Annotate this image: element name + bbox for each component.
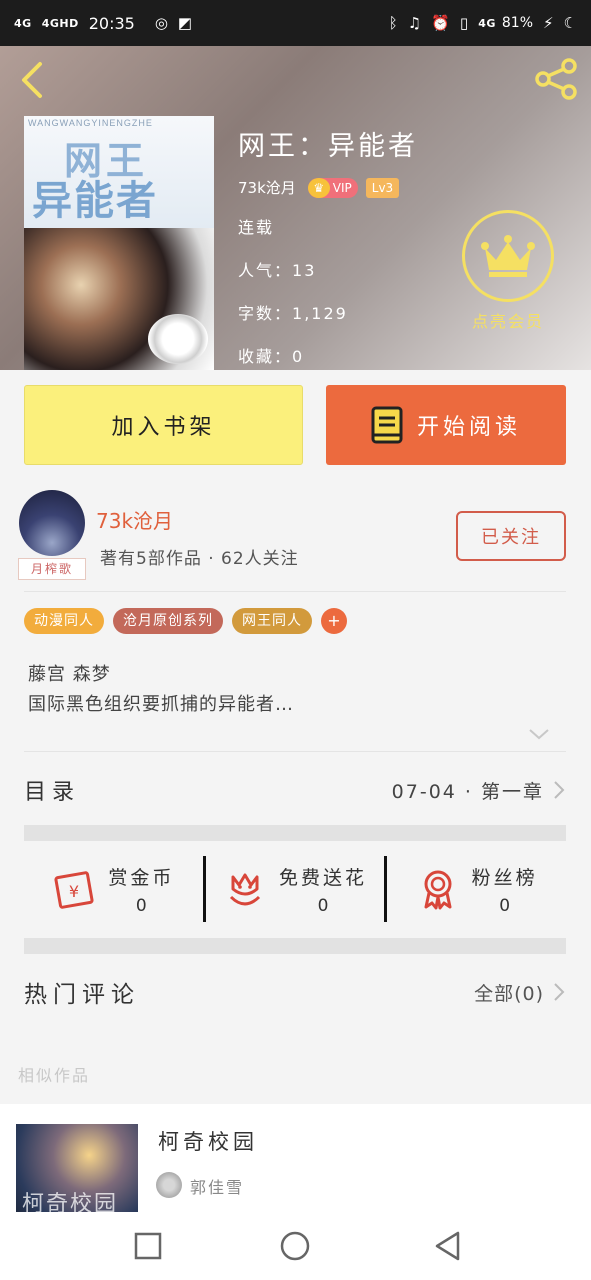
- author-avatar[interactable]: [19, 490, 85, 556]
- word-count: 字数：1,129: [238, 304, 348, 323]
- network-type: 4G: [478, 16, 496, 30]
- toc-label: 目录: [24, 780, 81, 805]
- headphones-icon: ♫: [407, 14, 422, 32]
- reward-value: 0: [499, 895, 511, 916]
- divider: [24, 591, 566, 592]
- reward-value: 0: [135, 895, 147, 916]
- section-separator: [24, 825, 566, 841]
- similar-work-item[interactable]: 柯奇校园 柯奇校园 郭佳雪: [0, 1104, 591, 1228]
- crown-icon: [481, 235, 535, 277]
- flower-icon: [229, 873, 261, 906]
- description-line1: 藤宫 森梦: [28, 664, 111, 685]
- battery-level: 81%: [501, 15, 533, 31]
- reward-label: 免费送花: [279, 866, 368, 889]
- tag-item[interactable]: 沧月原创系列: [113, 608, 223, 634]
- add-to-shelf-button[interactable]: 加入书架: [24, 385, 303, 465]
- svg-text:¥: ¥: [69, 882, 79, 901]
- start-reading-button[interactable]: 开始阅读: [326, 385, 566, 465]
- bluetooth-icon: ᛒ: [388, 14, 398, 32]
- book-author[interactable]: 73k沧月: [238, 177, 296, 198]
- similar-works-heading: 相似作品: [18, 1066, 91, 1085]
- reward-value: 0: [317, 895, 329, 916]
- similar-work-author: 郭佳雪: [190, 1178, 245, 1197]
- reward-bar: ¥ 赏金币 0 免费送花 0 粉丝榜 0: [24, 856, 566, 922]
- reward-label: 赏金币: [108, 866, 175, 889]
- vip-member-button[interactable]: 点亮会员: [462, 210, 554, 332]
- alarm-icon: ⏰: [431, 14, 450, 32]
- status-bar: 4G 4GHD 20:35 ◎ ◩ ᛒ ♫ ⏰ ▯ 4G 81% ⚡ ☾: [0, 0, 591, 46]
- follow-button[interactable]: 已关注: [456, 511, 566, 561]
- book-icon: [371, 406, 403, 444]
- add-tag-button[interactable]: +: [321, 608, 347, 634]
- book-description[interactable]: 藤宫 森梦 国际黑色组织要抓捕的异能者…: [28, 660, 294, 720]
- chevron-right-icon: [554, 781, 565, 799]
- all-comments-link[interactable]: 全部(0): [474, 979, 544, 1006]
- start-reading-label: 开始阅读: [416, 415, 521, 440]
- level-badge: Lv3: [365, 177, 400, 198]
- cover-title-line2: 异能者: [32, 178, 158, 224]
- book-cover[interactable]: WANGWANGYINENGZHE 网王 异能者: [24, 116, 214, 370]
- book-header: WANGWANGYINENGZHE 网王 异能者 网王：异能者 73k沧月 ♛ …: [0, 46, 591, 370]
- moon-icon: ☾: [563, 14, 577, 32]
- tag-list: 动漫同人 沧月原创系列 网王同人 +: [24, 608, 347, 634]
- crown-icon: ♛: [307, 177, 330, 198]
- red-envelope-icon: ¥: [54, 871, 94, 909]
- chevron-down-icon[interactable]: [528, 726, 550, 742]
- charging-icon: ⚡: [543, 14, 554, 32]
- book-info: 网王：异能者 73k沧月 ♛ VIP Lv3 连载 人气：13 字数：1,129…: [238, 124, 418, 370]
- telegram-icon: ◩: [177, 14, 193, 32]
- recent-apps-icon[interactable]: [130, 1228, 166, 1264]
- vip-badge: ♛ VIP: [307, 177, 358, 198]
- reward-coins-button[interactable]: ¥ 赏金币 0: [24, 856, 203, 922]
- share-icon[interactable]: [533, 56, 579, 102]
- fan-ranking-button[interactable]: 粉丝榜 0: [384, 856, 566, 922]
- author-name[interactable]: 73k沧月: [96, 505, 173, 534]
- vibrate-icon: ▯: [459, 14, 469, 32]
- similar-author-avatar: [156, 1172, 182, 1198]
- popularity: 人气：13: [238, 261, 317, 280]
- back-nav-icon[interactable]: [430, 1228, 466, 1264]
- author-meta: 著有5部作品 · 62人关注: [100, 549, 299, 569]
- vip-member-label: 点亮会员: [471, 312, 544, 331]
- cover-pinyin: WANGWANGYINENGZHE: [28, 118, 153, 128]
- book-detail-page: 4G 4GHD 20:35 ◎ ◩ ᛒ ♫ ⏰ ▯ 4G 81% ⚡ ☾ WAN…: [0, 0, 591, 1280]
- signal-2: 4GHD: [41, 16, 79, 30]
- chevron-right-icon: [554, 983, 565, 1001]
- hot-comments-row[interactable]: 热门评论 全部(0): [24, 972, 566, 1012]
- book-title: 网王：异能者: [238, 131, 418, 162]
- clock: 20:35: [88, 13, 135, 33]
- cover-flower: [148, 314, 208, 364]
- favorites: 收藏：0: [238, 347, 305, 366]
- notification-icon: ◎: [154, 14, 168, 32]
- avatar-tag: 月榨歌: [18, 558, 86, 580]
- description-line2: 国际黑色组织要抓捕的异能者…: [28, 694, 294, 715]
- table-of-contents-row[interactable]: 目录 07-04 · 第一章: [24, 770, 566, 810]
- similar-work-title[interactable]: 柯奇校园: [158, 1126, 258, 1156]
- tag-item[interactable]: 动漫同人: [24, 608, 104, 634]
- hot-comments-label: 热门评论: [24, 982, 140, 1008]
- divider: [24, 751, 566, 752]
- latest-chapter: 07-04 · 第一章: [391, 780, 544, 803]
- send-flower-button[interactable]: 免费送花 0: [202, 856, 385, 922]
- book-status: 连载: [238, 218, 275, 237]
- back-icon[interactable]: [16, 60, 50, 100]
- reward-label: 粉丝榜: [471, 866, 538, 889]
- medal-icon: [424, 870, 452, 910]
- system-navigation-bar: [0, 1212, 591, 1280]
- signal-1: 4G: [14, 16, 32, 30]
- tag-item[interactable]: 网王同人: [232, 608, 312, 634]
- section-separator: [24, 938, 566, 954]
- home-icon[interactable]: [277, 1228, 313, 1264]
